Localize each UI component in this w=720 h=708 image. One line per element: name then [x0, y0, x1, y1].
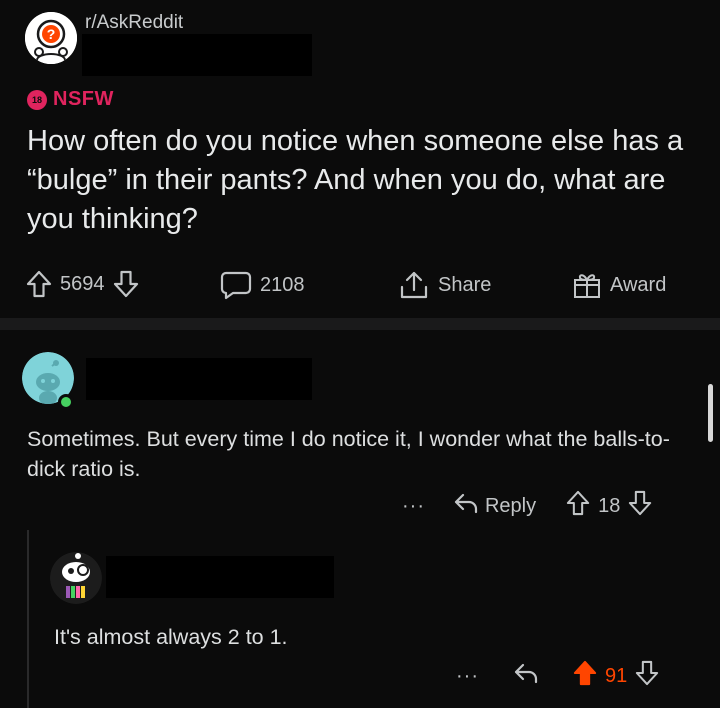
nsfw-tag: 18 NSFW: [27, 88, 114, 111]
thread-indent-line[interactable]: [27, 530, 29, 708]
share-label: Share: [438, 273, 492, 296]
comment-count: 2108: [260, 273, 305, 296]
gift-award-icon: [572, 270, 602, 300]
subreddit-name[interactable]: r/AskReddit: [85, 12, 183, 34]
award-button[interactable]: Award: [572, 270, 666, 300]
section-divider: [0, 318, 720, 330]
svg-text:?: ?: [47, 26, 56, 42]
reply-label: Reply: [484, 494, 537, 517]
downvote-arrow-icon[interactable]: [628, 490, 652, 522]
nsfw-label: NSFW: [53, 88, 114, 110]
share-button[interactable]: Share: [398, 270, 491, 300]
comment-action-bar: ··· 91: [456, 660, 659, 692]
askreddit-snoo-icon[interactable]: ?: [25, 12, 77, 64]
reply-arrow-icon: [453, 492, 479, 520]
nsfw-18-icon: 18: [27, 89, 47, 110]
downvote-arrow-icon[interactable]: [635, 660, 659, 692]
vote-group: 5694: [26, 270, 139, 298]
comment-thread: Sometimes. But every time I do notice it…: [0, 330, 720, 708]
post-title[interactable]: How often do you notice when someone els…: [27, 122, 707, 239]
post-card: ? r/AskReddit 18 NSFW How often do you n…: [0, 0, 720, 318]
downvote-arrow-icon[interactable]: [113, 270, 139, 298]
reply-button[interactable]: Reply: [453, 492, 536, 520]
comment-score-upvoted: 91: [604, 664, 628, 687]
online-status-indicator: [58, 394, 74, 410]
upvote-arrow-icon[interactable]: [26, 270, 52, 298]
comment-body: It's almost always 2 to 1.: [54, 625, 288, 649]
post-score: 5694: [60, 272, 105, 295]
comment-action-bar: ··· Reply 18: [402, 490, 652, 522]
redacted-username: [106, 556, 334, 598]
snoo-avatar-icon[interactable]: [50, 552, 102, 604]
redacted-username: [86, 358, 312, 400]
more-options-icon[interactable]: ···: [456, 665, 479, 688]
share-icon: [398, 270, 430, 300]
upvoted-arrow-icon[interactable]: [573, 660, 597, 692]
post-action-bar: 5694 2108 Share Award: [0, 270, 720, 306]
upvote-arrow-icon[interactable]: [566, 490, 590, 522]
comments-button[interactable]: 2108: [220, 270, 305, 300]
reply-arrow-icon[interactable]: [513, 662, 539, 690]
comment-body: Sometimes. But every time I do notice it…: [27, 427, 670, 481]
more-options-icon[interactable]: ···: [402, 495, 425, 518]
comment-score: 18: [598, 494, 621, 517]
scrollbar-thumb[interactable]: [708, 384, 713, 442]
comment-bubble-icon: [220, 270, 252, 300]
award-label: Award: [610, 273, 667, 296]
redacted-username: [82, 34, 312, 76]
